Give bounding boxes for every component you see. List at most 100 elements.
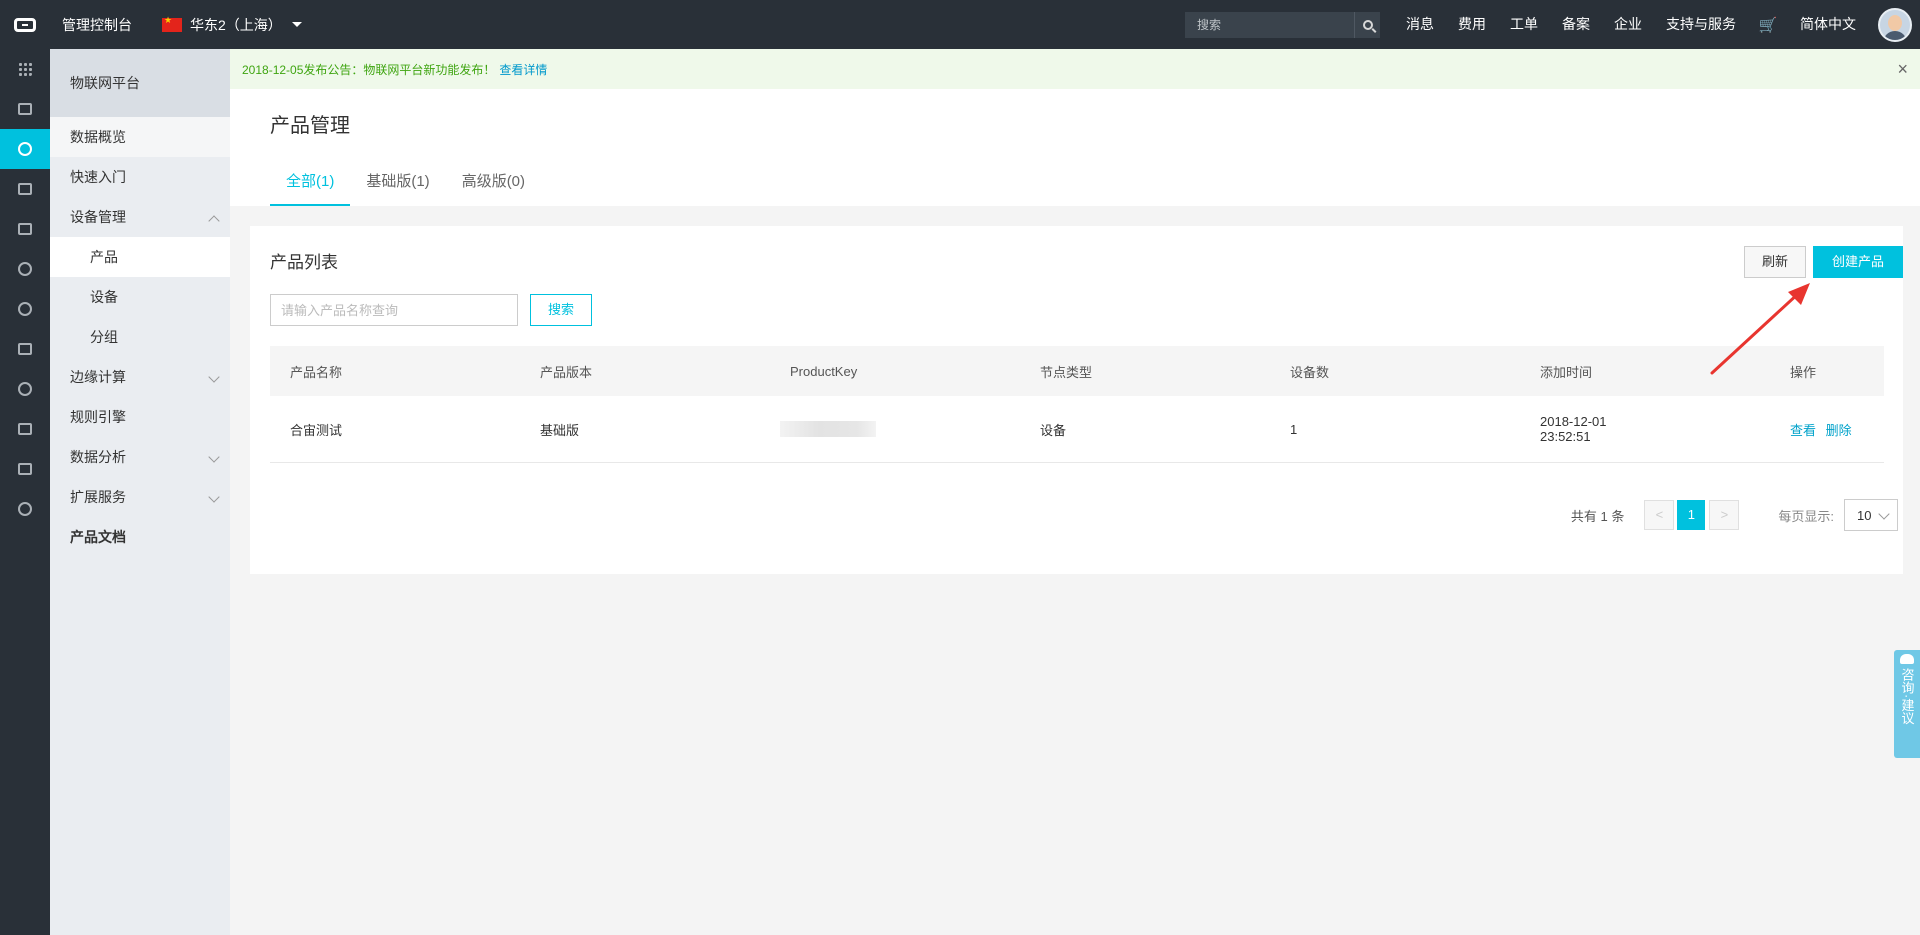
card-title: 产品列表	[270, 253, 338, 272]
view-link[interactable]: 查看	[1790, 423, 1816, 438]
globe-icon[interactable]	[0, 289, 50, 329]
per-page-label: 每页显示:	[1778, 508, 1834, 524]
announcement-text: 2018-12-05发布公告：物联网平台新功能发布！	[242, 62, 496, 77]
header-device-count: 设备数	[1290, 364, 1330, 380]
close-icon[interactable]: ×	[1897, 60, 1908, 78]
sidebar-item-overview[interactable]: 数据概览	[50, 117, 230, 157]
region-selector[interactable]: 华东2（上海）	[162, 15, 302, 35]
header-product-version: 产品版本	[540, 364, 593, 380]
link-icon[interactable]	[0, 449, 50, 489]
create-product-button[interactable]: 创建产品	[1813, 246, 1903, 278]
cell-product-name: 合宙测试	[290, 422, 343, 438]
chevron-down-icon	[208, 491, 220, 503]
table-header: 产品名称 产品版本 ProductKey 节点类型 设备数 添加时间 操作	[270, 346, 1884, 396]
announcement-link[interactable]: 查看详情	[499, 61, 547, 78]
sidebar-item-quickstart[interactable]: 快速入门	[50, 157, 230, 197]
announcement-bar: 2018-12-05发布公告：物联网平台新功能发布！ 查看详情 ×	[230, 49, 1920, 89]
server-icon[interactable]	[0, 89, 50, 129]
sidebar-item-label: 设备管理	[70, 209, 126, 225]
cell-product-version: 基础版	[540, 422, 580, 438]
consult-feedback-tab[interactable]: 咨询·建议	[1894, 650, 1920, 758]
caret-down-icon	[291, 22, 302, 27]
version-tabs: 全部(1) 基础版(1) 高级版(0)	[270, 160, 541, 206]
dns-icon[interactable]	[0, 249, 50, 289]
delete-link[interactable]: 删除	[1826, 423, 1852, 438]
nav-tickets[interactable]: 工单	[1498, 0, 1550, 49]
header-product-key: ProductKey	[790, 363, 858, 379]
cell-actions: 查看 删除	[1770, 420, 1884, 439]
sidebar-item-edge-computing[interactable]: 边缘计算	[50, 357, 230, 397]
global-search	[1185, 11, 1380, 38]
global-search-input[interactable]	[1197, 17, 1354, 32]
annotation-arrow-icon	[1710, 283, 1810, 375]
refresh-button[interactable]: 刷新	[1744, 246, 1806, 278]
shield-icon[interactable]	[0, 209, 50, 249]
pagination: 共有 1 条 < 1 > 每页显示: 10	[1571, 499, 1903, 531]
sidebar-item-group[interactable]: 分组	[50, 317, 230, 357]
chevron-up-icon	[208, 215, 220, 227]
tab-basic[interactable]: 基础版(1)	[350, 160, 445, 206]
product-list-card: 产品列表 刷新 创建产品 搜索 产品名称 产品版本 ProductKey 节点类…	[250, 226, 1903, 574]
main-content: 2018-12-05发布公告：物联网平台新功能发布！ 查看详情 × 产品管理 全…	[230, 49, 1920, 935]
page-size-select[interactable]: 10	[1844, 499, 1898, 531]
chevron-down-icon	[1878, 508, 1890, 520]
cloud-icon[interactable]	[0, 489, 50, 529]
language-selector[interactable]: 简体中文	[1788, 0, 1868, 49]
console-title[interactable]: 管理控制台	[62, 15, 132, 35]
cloud-upload-icon[interactable]	[0, 369, 50, 409]
search-icon[interactable]	[1354, 11, 1380, 38]
sidebar-item-label: 边缘计算	[70, 369, 126, 385]
avatar[interactable]	[1878, 7, 1912, 42]
aliyun-logo-icon[interactable]	[0, 0, 50, 49]
database-icon[interactable]	[0, 329, 50, 369]
cell-device-count: 1	[1290, 421, 1298, 437]
search-button[interactable]: 搜索	[530, 294, 592, 326]
cell-product-key	[770, 421, 1020, 438]
nav-billing[interactable]: 费用	[1446, 0, 1498, 49]
prev-page-button[interactable]: <	[1644, 500, 1675, 530]
page-number-current[interactable]: 1	[1677, 500, 1706, 530]
chat-icon	[1900, 654, 1914, 664]
sidebar-title: 物联网平台	[50, 49, 230, 117]
page-header: 产品管理 全部(1) 基础版(1) 高级版(0)	[230, 89, 1920, 206]
total-count: 共有 1 条	[1570, 508, 1625, 524]
tab-all[interactable]: 全部(1)	[270, 160, 351, 206]
iot-sidebar: 物联网平台 数据概览 快速入门 设备管理 产品 设备 分组 边缘计算 规则引擎 …	[50, 49, 230, 935]
chevron-down-icon	[208, 371, 220, 383]
table-row: 合宙测试 基础版 设备 1 2018-12-01 23:52:51 查看 删除	[270, 396, 1884, 463]
all-products-grid-icon[interactable]	[0, 49, 50, 89]
cart-icon[interactable]: 🛒	[1748, 0, 1788, 49]
nav-support[interactable]: 支持与服务	[1654, 0, 1748, 49]
next-page-button[interactable]: >	[1709, 500, 1740, 530]
sidebar-item-rules-engine[interactable]: 规则引擎	[50, 397, 230, 437]
added-date: 2018-12-01	[1540, 414, 1607, 429]
sidebar-item-extension-services[interactable]: 扩展服务	[50, 477, 230, 517]
header-product-name: 产品名称	[290, 364, 343, 380]
megaphone-icon[interactable]	[0, 169, 50, 209]
sidebar-item-device-management[interactable]: 设备管理	[50, 197, 230, 237]
chevron-down-icon	[208, 451, 220, 463]
redacted-product-key	[780, 421, 876, 438]
product-icon-rail	[0, 49, 50, 935]
header-node-type: 节点类型	[1040, 364, 1093, 380]
consult-label: 咨询·建议	[1899, 668, 1915, 725]
page-size-value: 10	[1857, 507, 1872, 523]
nav-messages[interactable]: 消息	[1394, 0, 1446, 49]
iot-platform-icon[interactable]	[0, 129, 50, 169]
page-title: 产品管理	[270, 115, 350, 137]
sidebar-item-device[interactable]: 设备	[50, 277, 230, 317]
sidebar-item-product-docs[interactable]: 产品文档	[50, 517, 230, 557]
network-icon[interactable]	[0, 409, 50, 449]
added-clock: 23:52:51	[1540, 429, 1591, 444]
sidebar-item-product[interactable]: 产品	[50, 237, 230, 277]
product-table: 产品名称 产品版本 ProductKey 节点类型 设备数 添加时间 操作 合宙…	[270, 346, 1884, 463]
cell-node-type: 设备	[1040, 422, 1067, 438]
tab-advanced[interactable]: 高级版(0)	[446, 160, 541, 206]
nav-filing[interactable]: 备案	[1550, 0, 1602, 49]
sidebar-item-label: 数据分析	[70, 449, 126, 465]
sidebar-item-data-analysis[interactable]: 数据分析	[50, 437, 230, 477]
cell-added-time: 2018-12-01 23:52:51	[1520, 414, 1770, 444]
product-search-input[interactable]	[270, 294, 518, 326]
nav-enterprise[interactable]: 企业	[1602, 0, 1654, 49]
sidebar-item-label: 扩展服务	[70, 489, 126, 505]
